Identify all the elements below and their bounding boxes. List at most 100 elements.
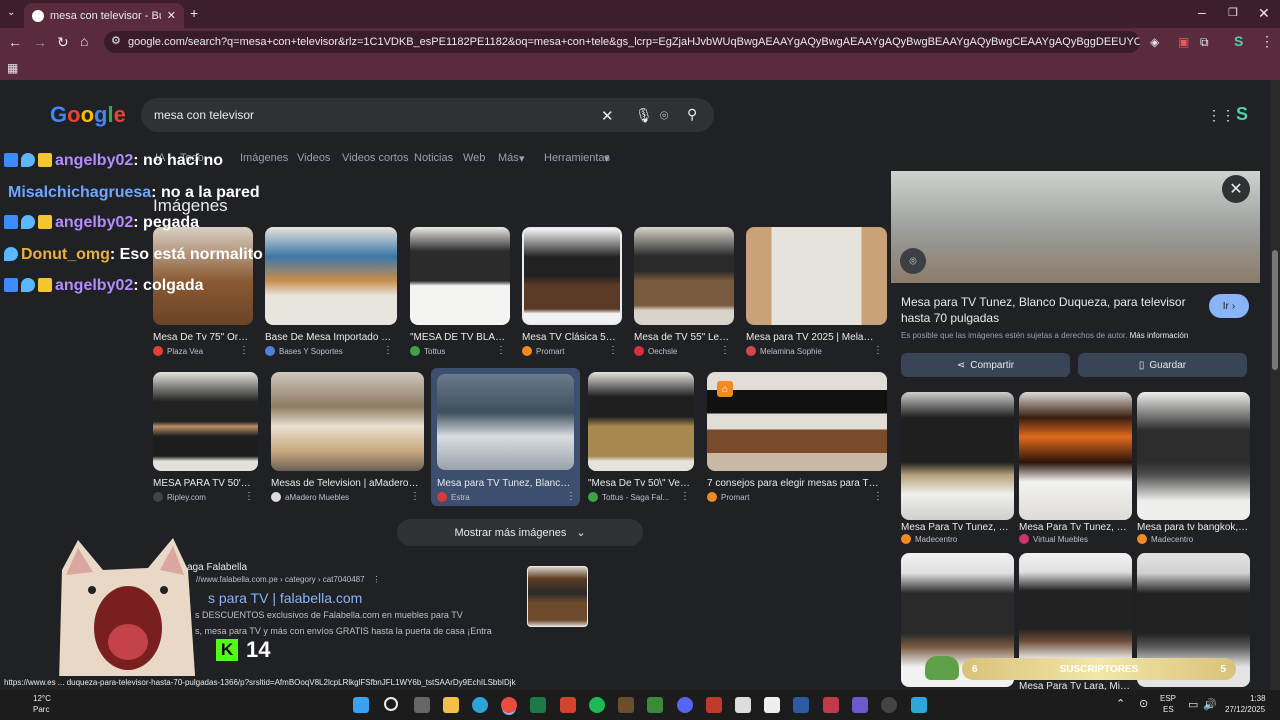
related-image[interactable]: Mesa Para Tv Tunez, M... Madecentro (901, 392, 1014, 547)
extension-red-icon[interactable]: ▣ (1178, 35, 1189, 49)
search-input[interactable]: mesa con televisor (141, 98, 714, 132)
start-icon[interactable] (353, 697, 369, 713)
image-result[interactable]: "Mesa De Tv 50\" Ven... Tottus - Saga Fa… (588, 372, 694, 504)
image-thumbnail[interactable] (522, 227, 622, 325)
page-scrollbar[interactable] (1270, 80, 1280, 690)
image-result-selected[interactable]: Mesa para TV Tunez, Blanco ... Estra ⋮ (431, 368, 580, 506)
image-result[interactable]: Mesa TV Clásica 55"... Promart ⋮ (522, 227, 622, 357)
image-result[interactable]: Mesa para TV 2025 | Melamin... Melamina … (746, 227, 887, 357)
site-info-icon[interactable]: ⚙ (111, 34, 121, 47)
chrome-icon[interactable] (501, 697, 517, 713)
image-caption[interactable]: Mesa de TV 55" Lea... (634, 332, 730, 343)
google-apps-icon[interactable]: ⋮⋮ (1207, 107, 1235, 124)
tray-app-icon[interactable]: ⊙ (1139, 697, 1148, 710)
capcut-icon[interactable] (764, 697, 780, 713)
minimize-icon[interactable]: – (1198, 5, 1206, 19)
minecraft-icon[interactable] (647, 697, 663, 713)
more-options-icon[interactable]: ⋮ (873, 491, 883, 502)
extension-icon[interactable]: ◈ (1150, 35, 1159, 49)
image-thumbnail[interactable] (1019, 392, 1132, 520)
image-caption[interactable]: Mesa Para Tv Tunez, Bl... (1019, 522, 1131, 533)
tab-herramientas[interactable]: Herramientas (544, 152, 610, 164)
image-thumbnail[interactable] (153, 372, 258, 471)
more-options-icon[interactable]: ⋮ (608, 345, 618, 356)
image-thumbnail[interactable] (410, 227, 510, 325)
more-options-icon[interactable]: ⋮ (410, 491, 420, 502)
task-view-icon[interactable] (414, 697, 430, 713)
app-f-icon[interactable] (911, 697, 927, 713)
image-caption[interactable]: 7 consejos para elegir mesas para TV m..… (707, 478, 883, 489)
browser-tab[interactable]: mesa con televisor - Buscar con ✕ (24, 3, 184, 28)
tab-web[interactable]: Web (463, 152, 485, 164)
image-caption[interactable]: "MESA DE TV BLAN... (410, 332, 506, 343)
weather-text[interactable]: Parc (33, 705, 49, 714)
more-options-icon[interactable]: ⋮ (383, 345, 393, 356)
weather-temp[interactable]: 12°C (33, 694, 51, 703)
share-button[interactable]: ⋖ Compartir (901, 353, 1070, 377)
tab-videos-cortos[interactable]: Videos cortos (342, 152, 408, 164)
image-thumbnail[interactable] (271, 372, 424, 471)
image-caption[interactable]: "Mesa De Tv 50\" Ven... (588, 478, 690, 489)
obs-icon[interactable] (881, 697, 897, 713)
address-bar[interactable]: ⚙ google.com/search?q=mesa+con+televisor… (104, 31, 1140, 53)
tab-mas[interactable]: Más (498, 152, 519, 164)
close-window-icon[interactable]: ✕ (1258, 6, 1270, 20)
back-icon[interactable]: ← (8, 35, 22, 49)
more-options-icon[interactable]: ⋮ (720, 345, 730, 356)
clear-search-icon[interactable]: ✕ (601, 107, 614, 125)
more-options-icon[interactable]: ⋮ (566, 491, 576, 502)
image-caption[interactable]: Mesa De Tv 75" Orla... (153, 332, 249, 343)
visit-button[interactable]: Ir › (1209, 294, 1249, 318)
store-icon[interactable] (735, 697, 751, 713)
apps-grid-icon[interactable]: ▦ (7, 61, 18, 75)
image-thumbnail[interactable] (265, 227, 397, 325)
image-result[interactable]: "MESA DE TV BLAN... Tottus ⋮ (410, 227, 510, 357)
more-options-icon[interactable]: ⋮ (244, 491, 254, 502)
image-caption[interactable]: Mesas de Television | aMadero M... (271, 478, 421, 489)
valorant-icon[interactable] (823, 697, 839, 713)
image-thumbnail[interactable] (746, 227, 887, 325)
image-caption[interactable]: Mesa para TV Tunez, Blanco ... (437, 478, 571, 489)
image-thumbnail[interactable] (901, 392, 1014, 520)
game-icon[interactable] (618, 697, 634, 713)
new-tab-icon[interactable]: + (190, 6, 198, 20)
image-result[interactable]: MESA PARA TV 50' E... Ripley.com ⋮ (153, 372, 258, 504)
more-info-link[interactable]: Más información (1130, 331, 1189, 340)
show-more-images-button[interactable]: Mostrar más imágenes ⌄ (397, 519, 643, 546)
image-caption[interactable]: Mesa para TV 2025 | Melamin... (746, 332, 881, 343)
taskbar-search-icon[interactable] (384, 697, 398, 711)
app-diamond-icon[interactable] (852, 697, 868, 713)
menu-icon[interactable]: ⋮ (1260, 34, 1274, 48)
keyboard-language[interactable]: ESP (1160, 694, 1176, 703)
tab-videos[interactable]: Videos (297, 152, 330, 164)
home-icon[interactable]: ⌂ (80, 34, 88, 48)
image-thumbnail[interactable] (634, 227, 734, 325)
profile-icon[interactable]: S (1234, 34, 1243, 48)
google-logo[interactable]: Google (50, 102, 126, 128)
save-button[interactable]: ▯ Guardar (1078, 353, 1247, 377)
tab-imagenes[interactable]: Imágenes (240, 152, 288, 164)
result-title[interactable]: s para TV | falabella.com (208, 590, 362, 606)
image-caption[interactable]: Mesa TV Clásica 55"... (522, 332, 618, 343)
volume-icon[interactable]: 🔊 (1203, 698, 1217, 711)
lens-camera-icon[interactable]: ⌾ (660, 107, 668, 124)
keyboard-layout[interactable]: ES (1163, 705, 1174, 714)
edge-icon[interactable] (472, 697, 488, 713)
bg-app-icon[interactable] (793, 697, 809, 713)
close-tab-icon[interactable]: ✕ (167, 9, 176, 22)
related-image[interactable]: Mesa para tv bangkok, c... Madecentro (1137, 392, 1250, 547)
network-icon[interactable]: ▭ (1188, 698, 1198, 711)
discord-icon[interactable] (677, 697, 693, 713)
forward-icon[interactable]: → (33, 35, 47, 49)
spotify-icon[interactable] (589, 697, 605, 713)
image-thumbnail[interactable] (153, 227, 253, 325)
image-result[interactable]: Mesa de TV 55" Lea... Oechsle ⋮ (634, 227, 734, 357)
clock-date[interactable]: 27/12/2025 (1225, 705, 1265, 714)
reload-icon[interactable]: ↻ (57, 35, 69, 49)
result-thumbnail[interactable] (527, 566, 588, 627)
image-result[interactable]: Base De Mesa Importado P... Bases Y Sopo… (265, 227, 397, 357)
file-explorer-icon[interactable] (443, 697, 459, 713)
image-caption[interactable]: Mesa Para Tv Tunez, M... (901, 522, 1013, 533)
powerpoint-icon[interactable] (560, 697, 576, 713)
account-avatar[interactable]: S (1236, 104, 1248, 125)
